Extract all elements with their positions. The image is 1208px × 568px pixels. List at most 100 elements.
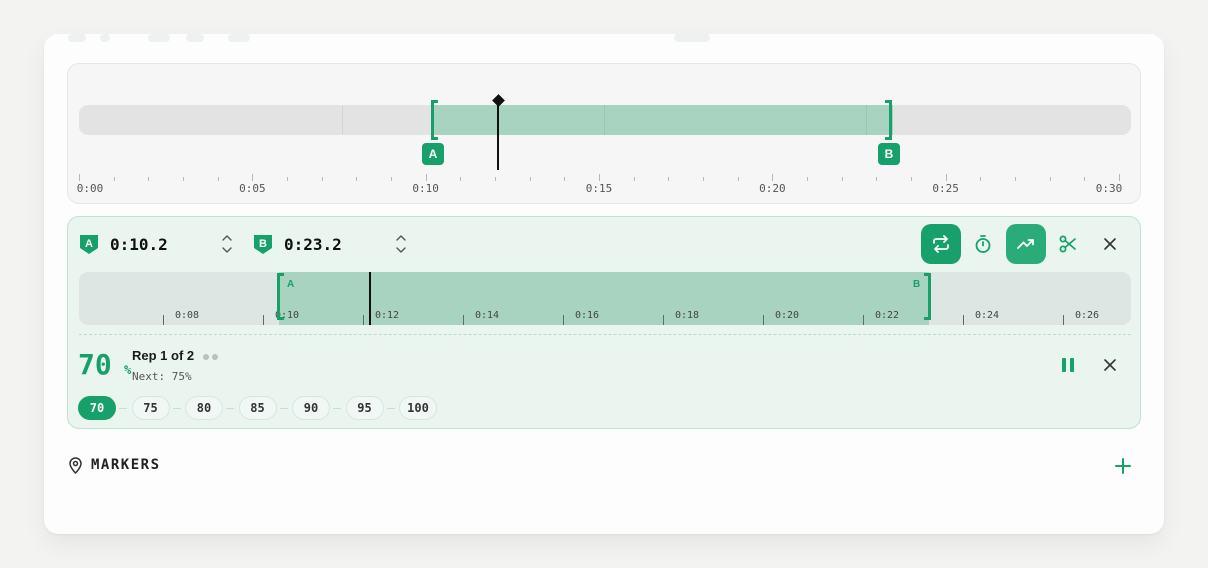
ruler-major-tick — [1119, 174, 1120, 181]
ruler-tick-label: 0:05 — [239, 182, 266, 195]
loop-end-handle[interactable] — [885, 100, 892, 140]
ruler-minor-tick — [217, 177, 219, 181]
a-time-stepper[interactable] — [220, 231, 234, 257]
markers-title: MARKERS — [91, 457, 161, 473]
zoom-a-label: A — [287, 279, 295, 290]
close-icon — [1104, 359, 1116, 371]
trending-up-icon — [1017, 239, 1034, 249]
zoom-tick — [263, 315, 264, 325]
ruler-minor-tick — [876, 177, 878, 181]
ruler-minor-tick — [980, 177, 982, 181]
speed-trainer-button[interactable] — [1006, 224, 1046, 264]
ruler-tick-label: 0:20 — [759, 182, 786, 195]
b-time-value[interactable]: 0:23.2 — [284, 235, 342, 254]
marker-b-badge[interactable]: B — [878, 143, 900, 165]
zoom-tick-label: 0:20 — [775, 310, 800, 321]
speed-step-connector — [333, 408, 341, 409]
rep-dot-2 — [212, 354, 218, 360]
zoom-tick — [863, 315, 864, 325]
current-speed-unit: % — [124, 363, 132, 377]
loop-start-handle[interactable] — [431, 100, 438, 140]
stop-trainer-button[interactable] — [1097, 352, 1123, 378]
zoom-loop-end-handle[interactable] — [924, 273, 931, 320]
ruler-minor-tick — [495, 177, 496, 181]
ruler-tick-label: 0:00 — [76, 182, 104, 195]
svg-text:B: B — [259, 238, 267, 250]
count-in-timer-button[interactable] — [963, 224, 1003, 264]
b-time-stepper[interactable] — [394, 231, 408, 257]
ruler-tick-label: 0:10 — [412, 182, 439, 195]
speed-step-chip[interactable]: 95 — [345, 396, 384, 420]
loop-toggle-button[interactable] — [921, 224, 961, 264]
zoom-tick — [1063, 315, 1064, 325]
zoom-tick-label: 0:24 — [975, 310, 1000, 321]
add-marker-button[interactable] — [1110, 453, 1136, 479]
zoom-tick — [563, 315, 564, 325]
zoom-tick-label: 0:22 — [875, 310, 900, 321]
ruler-minor-tick — [737, 177, 739, 181]
ruler-minor-tick — [1049, 177, 1051, 181]
zoom-tick-label: 0:16 — [575, 310, 600, 321]
ruler-minor-tick — [841, 177, 843, 181]
ruler-major-tick — [599, 174, 600, 181]
loop-selection-region[interactable] — [433, 105, 893, 135]
trim-to-loop-button[interactable] — [1048, 224, 1088, 264]
ruler-minor-tick — [911, 177, 912, 181]
zoom-tick-label: 0:26 — [1075, 310, 1100, 321]
ruler-minor-tick — [633, 177, 635, 181]
overview-timeline[interactable]: A B 0:00 0:05 0:10 0:15 0:20 0:25 0:30 — [67, 63, 1141, 204]
ruler-minor-tick — [460, 177, 462, 181]
zoomed-loop-timeline[interactable]: 0:08 0:10 0:12 0:14 0:16 0:18 0:20 0:22 0:24 0:26 — [79, 272, 1131, 325]
speed-step-chip[interactable]: 70 — [78, 396, 116, 420]
practice-card: A B 0:00 0:05 0:10 0:15 0:20 0:25 0:30 A 0:10.… — [44, 34, 1164, 534]
speed-step-connector — [119, 408, 127, 409]
plus-icon — [1115, 458, 1131, 474]
ruler-major-tick — [79, 174, 80, 181]
zoom-tick — [363, 315, 364, 325]
ruler-minor-tick — [321, 177, 323, 181]
speed-step-chip[interactable]: 90 — [292, 396, 330, 420]
speed-step-connector — [226, 408, 234, 409]
close-icon — [1104, 238, 1116, 250]
rep-counter: Rep 1 of 2 — [132, 348, 195, 363]
ruler-minor-tick — [148, 177, 150, 181]
speed-step-chip[interactable]: 85 — [238, 396, 277, 420]
zoom-tick-label: 0:18 — [675, 310, 700, 321]
ruler-minor-tick — [668, 177, 670, 181]
a-point-icon: A — [80, 235, 98, 254]
zoom-tick-label: 0:14 — [475, 310, 500, 321]
current-speed-percent: 70 — [78, 348, 112, 381]
ruler-minor-tick — [183, 177, 184, 181]
marker-a-badge[interactable]: A — [422, 143, 444, 165]
ruler-tick-label: 0:30 — [1095, 182, 1123, 195]
markers-header: MARKERS — [68, 454, 161, 476]
zoom-loop-start-handle[interactable] — [277, 273, 284, 320]
zoom-b-label: B — [913, 279, 921, 290]
svg-text:A: A — [85, 238, 93, 250]
pause-icon — [1062, 358, 1074, 372]
ruler-minor-tick — [356, 177, 358, 181]
ruler-major-tick — [252, 174, 254, 181]
pause-trainer-button[interactable] — [1055, 352, 1081, 378]
ruler-tick-label: 0:25 — [932, 182, 959, 195]
next-speed-text: Next: 75% — [132, 370, 192, 383]
ruler-tick-label: 0:15 — [585, 182, 613, 195]
clear-loop-button[interactable] — [1090, 224, 1130, 264]
speed-step-chip[interactable]: 75 — [131, 396, 170, 420]
zoom-tick — [963, 315, 964, 325]
a-time-value[interactable]: 0:10.2 — [110, 235, 168, 254]
section-divider — [79, 334, 1131, 335]
ruler-minor-tick — [391, 177, 392, 181]
speed-step-connector — [172, 408, 181, 409]
repeat-icon — [933, 235, 949, 253]
ruler-minor-tick — [529, 177, 531, 181]
ruler-minor-tick — [1084, 177, 1086, 181]
scissors-icon — [1059, 235, 1076, 253]
ab-loop-panel: A 0:10.2 B 0:23.2 0:08 0:10 0:12 0:14 0:… — [67, 216, 1141, 429]
playhead[interactable] — [497, 100, 499, 170]
speed-step-chip[interactable]: 80 — [185, 396, 223, 420]
speed-step-chip[interactable]: 100 — [399, 396, 437, 420]
ruler-minor-tick — [564, 177, 566, 181]
ruler-major-tick — [945, 174, 947, 181]
zoom-playhead[interactable] — [369, 272, 371, 325]
